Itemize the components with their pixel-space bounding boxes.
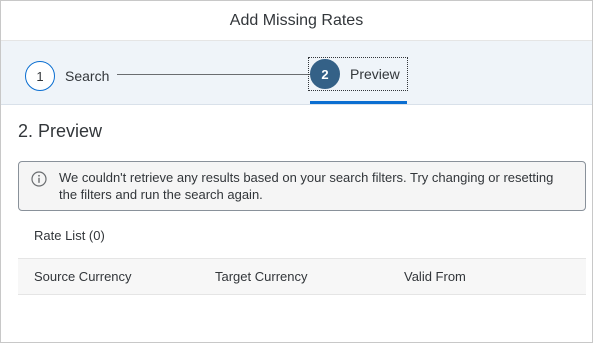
active-step-indicator — [310, 101, 407, 104]
page-title: 2. Preview — [18, 121, 103, 141]
info-icon — [31, 171, 47, 187]
add-missing-rates-dialog: Add Missing Rates 1 Search 2 Preview 2. … — [0, 0, 593, 343]
wizard-step-search[interactable]: 1 Search — [25, 60, 109, 92]
message-text: We couldn't retrieve any results based o… — [59, 170, 554, 202]
step-connector-line — [117, 74, 311, 75]
step-number-circle: 2 — [310, 59, 340, 89]
wizard-progress-bar: 1 Search 2 Preview — [1, 41, 592, 105]
table-header: Source Currency Target Currency Valid Fr… — [18, 258, 586, 295]
step-number-circle: 1 — [25, 61, 55, 91]
table-title: Rate List (0) — [34, 228, 105, 243]
column-header-source-currency[interactable]: Source Currency — [34, 269, 132, 284]
wizard-step-preview[interactable]: 2 Preview — [308, 57, 408, 91]
info-message-strip: We couldn't retrieve any results based o… — [18, 161, 586, 211]
dialog-header: Add Missing Rates — [1, 1, 592, 41]
dialog-title: Add Missing Rates — [229, 11, 364, 29]
step-number: 2 — [321, 66, 329, 82]
step-label: Search — [65, 68, 110, 84]
step-number: 1 — [36, 68, 44, 84]
column-header-valid-from[interactable]: Valid From — [404, 269, 466, 284]
column-header-target-currency[interactable]: Target Currency — [215, 269, 307, 284]
step-label: Preview — [350, 66, 400, 82]
